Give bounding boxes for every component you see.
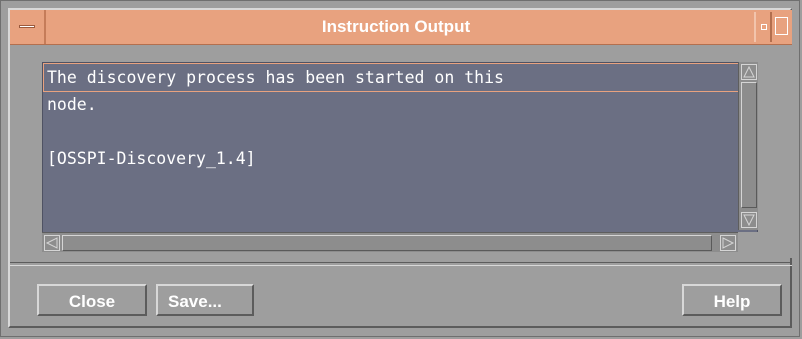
minimize-icon (761, 24, 767, 30)
maximize-icon (775, 17, 788, 35)
button-separator (10, 262, 792, 266)
window-menu-icon (19, 25, 35, 28)
scroll-down-arrow-icon[interactable] (741, 212, 757, 228)
window-title: Instruction Output (321, 17, 471, 36)
vertical-scrollbar[interactable] (738, 62, 758, 230)
scroll-left-arrow-icon[interactable] (44, 235, 60, 251)
scrollbar-corner (738, 232, 758, 252)
output-line: The discovery process has been started o… (47, 68, 504, 87)
help-button[interactable]: Help (682, 284, 782, 316)
close-button[interactable]: Close (37, 284, 147, 316)
vertical-scroll-thumb[interactable] (741, 82, 757, 208)
output-line: node. (47, 95, 97, 114)
save-button[interactable]: Save... (156, 284, 254, 316)
window-menu-button[interactable] (10, 10, 46, 44)
scroll-right-arrow-icon[interactable] (720, 235, 736, 251)
maximize-button[interactable] (772, 12, 792, 42)
scroll-up-arrow-icon[interactable] (741, 64, 757, 80)
minimize-button[interactable] (754, 12, 772, 42)
output-text: The discovery process has been started o… (47, 64, 737, 224)
horizontal-scrollbar[interactable] (42, 232, 758, 252)
horizontal-scroll-thumb[interactable] (62, 235, 712, 251)
instruction-output-window: Instruction Output The discovery process… (0, 0, 802, 339)
output-line: [OSSPI-Discovery_1.4] (47, 149, 256, 168)
